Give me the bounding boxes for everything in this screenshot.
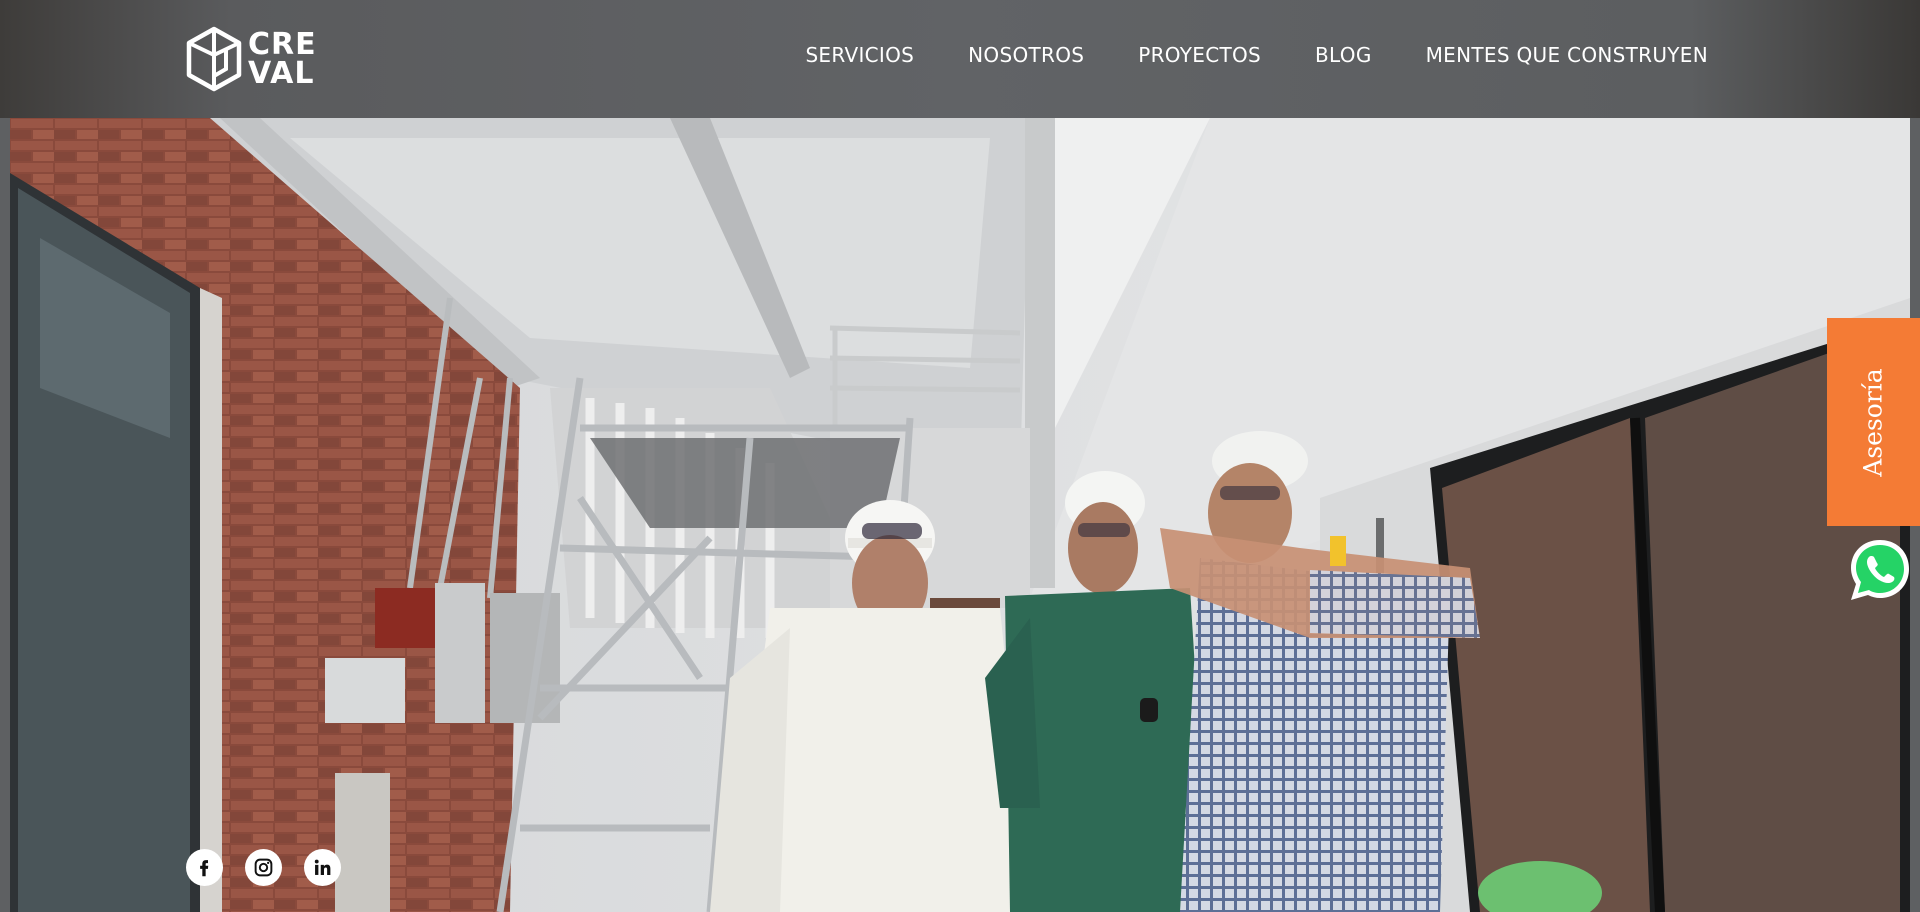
main-nav: SERVICIOS NOSOTROS PROYECTOS BLOG MENTES… — [805, 43, 1708, 67]
nav-item-nosotros[interactable]: NOSOTROS — [968, 43, 1084, 67]
site-header: CRE VAL SERVICIOS NOSOTROS PROYECTOS BLO… — [0, 0, 1920, 118]
nav-item-proyectos[interactable]: PROYECTOS — [1138, 43, 1261, 67]
nav-item-blog[interactable]: BLOG — [1315, 43, 1372, 67]
linkedin-link[interactable] — [304, 849, 341, 886]
facebook-icon — [200, 860, 209, 877]
asesoria-tab[interactable]: Asesoría — [1827, 318, 1920, 526]
facebook-link[interactable] — [186, 849, 223, 886]
nav-item-mentes-que-construyen[interactable]: MENTES QUE CONSTRUYEN — [1426, 43, 1708, 67]
logo-wordmark: CRE VAL — [248, 27, 317, 91]
hero-video — [10, 118, 1910, 912]
hero-scene-image — [10, 118, 1910, 912]
social-links — [186, 849, 341, 886]
logo-link[interactable]: CRE VAL — [184, 25, 317, 93]
linkedin-icon — [314, 859, 331, 875]
instagram-icon — [254, 858, 273, 877]
logo-text-line2: VAL — [248, 56, 315, 91]
asesoria-label: Asesoría — [1859, 367, 1889, 477]
instagram-link[interactable] — [245, 849, 282, 886]
creval-logo-icon — [186, 26, 242, 92]
nav-item-servicios[interactable]: SERVICIOS — [805, 43, 914, 67]
whatsapp-icon — [1851, 540, 1909, 600]
logo-text-line1: CRE — [248, 27, 317, 62]
whatsapp-button[interactable] — [1846, 536, 1914, 604]
